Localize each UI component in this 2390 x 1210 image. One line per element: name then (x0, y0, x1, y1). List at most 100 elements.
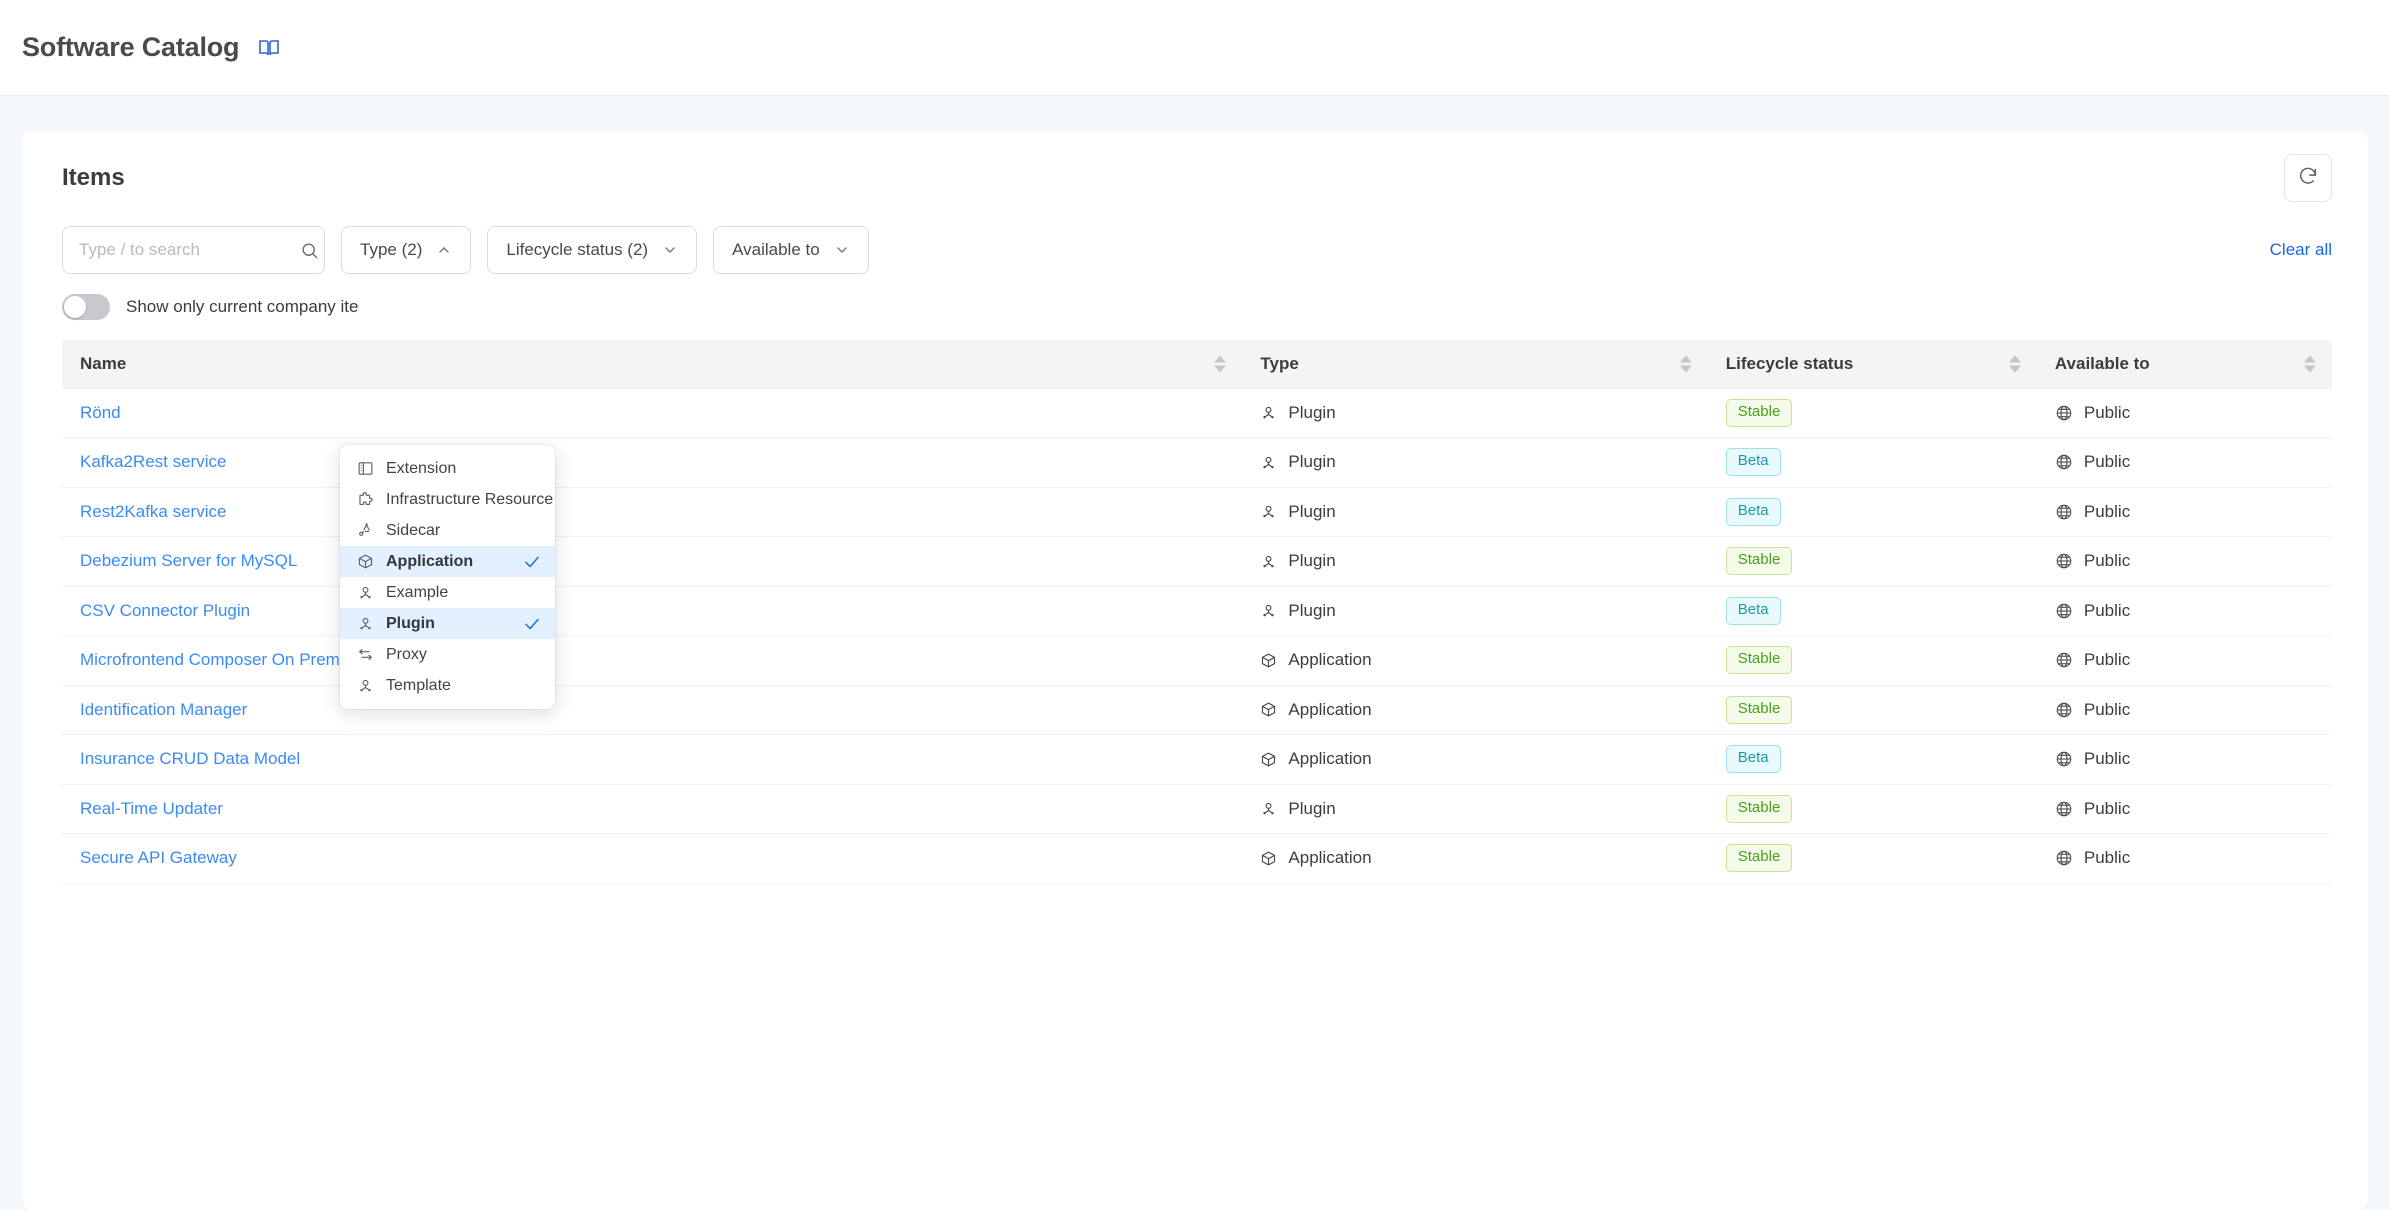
table-row[interactable]: Insurance CRUD Data Model Application Beta… (62, 734, 2332, 785)
refresh-icon (2297, 165, 2319, 192)
column-header-name-label: Name (80, 353, 127, 373)
box-icon (356, 553, 374, 570)
column-header-name[interactable]: Name (62, 340, 1243, 389)
page-title: Software Catalog (22, 32, 240, 62)
type-option-sidecar[interactable]: Sidecar (340, 515, 555, 546)
card-title: Items (62, 164, 125, 191)
cell-type: Application (1242, 734, 1708, 785)
cell-name: Rönd (62, 388, 1243, 438)
cell-type: Plugin (1242, 388, 1708, 438)
cell-lifecycle-status: Stable (1707, 536, 2037, 587)
box-icon (1260, 652, 1277, 669)
plugin-icon (1260, 503, 1277, 520)
item-available-label: Public (2083, 600, 2131, 620)
chevron-down-icon (834, 242, 850, 258)
sort-toggle-name[interactable] (1214, 355, 1227, 373)
company-items-toggle-row: Show only current company ite (22, 274, 2368, 320)
puzzle-icon (356, 491, 374, 508)
box-icon (1260, 850, 1277, 867)
item-available-label: Public (2083, 501, 2131, 521)
type-option-example[interactable]: Example (340, 577, 555, 608)
status-badge: Stable (1725, 844, 1793, 873)
sort-toggle-type[interactable] (1679, 355, 1692, 373)
cell-available-to: Public (2036, 784, 2332, 834)
column-header-available-to[interactable]: Available to (2036, 340, 2332, 389)
item-available-label: Public (2083, 749, 2131, 769)
item-type-label: Application (1288, 749, 1372, 769)
check-icon (523, 615, 541, 633)
cell-name: Rest2Kafka service (62, 487, 1243, 537)
plugin-icon (1260, 602, 1277, 619)
item-name-link[interactable]: Kafka2Rest service (80, 452, 226, 471)
table-row[interactable]: Rönd Plugin Stable Public (62, 388, 2332, 438)
type-option-label: Sidecar (386, 521, 441, 539)
status-badge: Beta (1725, 745, 1781, 774)
item-name-link[interactable]: Rönd (80, 403, 121, 422)
cell-name: CSV Connector Plugin (62, 586, 1243, 636)
globe-icon (2055, 453, 2073, 471)
cell-lifecycle-status: Stable (1707, 635, 2037, 686)
company-items-toggle[interactable] (62, 294, 110, 320)
panel-icon (356, 460, 374, 477)
status-badge: Stable (1725, 646, 1793, 675)
type-option-application[interactable]: Application (340, 546, 555, 577)
type-option-extension[interactable]: Extension (340, 453, 555, 484)
item-type-label: Plugin (1288, 402, 1336, 422)
type-option-label: Infrastructure Resource (386, 490, 554, 508)
cell-available-to: Public (2036, 635, 2332, 686)
cell-name: Microfrontend Composer On Prem Toolkit (62, 635, 1243, 686)
type-option-proxy[interactable]: Proxy (340, 639, 555, 670)
item-available-label: Public (2083, 798, 2131, 818)
filter-type-button[interactable]: Type (2) (341, 226, 472, 274)
cell-available-to: Public (2036, 388, 2332, 438)
item-type-label: Plugin (1288, 452, 1336, 472)
cell-lifecycle-status: Beta (1707, 586, 2037, 636)
plugin-icon (356, 584, 374, 601)
globe-icon (2055, 800, 2073, 818)
globe-icon (2055, 849, 2073, 867)
refresh-button[interactable] (2284, 154, 2332, 202)
item-name-link[interactable]: Insurance CRUD Data Model (80, 749, 300, 768)
type-option-label: Extension (386, 459, 457, 477)
sort-toggle-lifecycle-status[interactable] (2008, 355, 2021, 373)
status-badge: Stable (1725, 794, 1793, 823)
plugin-icon (1260, 553, 1277, 570)
book-icon[interactable] (257, 36, 281, 60)
clear-all-button[interactable]: Clear all (2270, 240, 2332, 260)
table-row[interactable]: Real-Time Updater Plugin Stable Public (62, 784, 2332, 834)
status-badge: Beta (1725, 497, 1781, 526)
column-header-available-to-label: Available to (2054, 353, 2150, 373)
sidecar-icon (356, 522, 374, 539)
filter-available-label: Available to (732, 240, 820, 259)
type-option-infrastructure-resource[interactable]: Infrastructure Resource (340, 484, 555, 515)
status-badge: Beta (1725, 596, 1781, 625)
filter-available-button[interactable]: Available to (713, 226, 869, 274)
plugin-icon (1260, 404, 1277, 421)
item-name-link[interactable]: CSV Connector Plugin (80, 601, 250, 620)
column-header-lifecycle-status[interactable]: Lifecycle status (1707, 340, 2037, 389)
search-box[interactable] (62, 226, 325, 274)
sort-toggle-available-to[interactable] (2304, 355, 2316, 373)
type-option-plugin[interactable]: Plugin (340, 608, 555, 639)
item-name-link[interactable]: Real-Time Updater (80, 799, 223, 818)
plugin-icon (1260, 454, 1277, 471)
column-header-type[interactable]: Type (1242, 340, 1708, 389)
item-name-link[interactable]: Identification Manager (80, 700, 247, 719)
cell-available-to: Public (2036, 734, 2332, 785)
cell-type: Plugin (1242, 784, 1708, 834)
proxy-icon (356, 646, 374, 663)
item-name-link[interactable]: Debezium Server for MySQL (80, 551, 297, 570)
search-input[interactable] (79, 240, 300, 260)
app-header: Software Catalog (0, 0, 2390, 96)
globe-icon (2055, 651, 2073, 669)
filter-lifecycle-button[interactable]: Lifecycle status (2) (487, 226, 698, 274)
table-row[interactable]: Secure API Gateway Application Stable Publi… (62, 833, 2332, 884)
type-filter-dropdown[interactable]: Extension Infrastructure Resource Sidecar A… (340, 445, 555, 709)
search-icon[interactable] (300, 241, 319, 260)
type-option-template[interactable]: Template (340, 670, 555, 701)
check-icon (523, 553, 541, 571)
item-available-label: Public (2083, 848, 2131, 868)
item-name-link[interactable]: Rest2Kafka service (80, 502, 226, 521)
item-name-link[interactable]: Secure API Gateway (80, 848, 237, 867)
chevron-up-icon (436, 242, 452, 258)
